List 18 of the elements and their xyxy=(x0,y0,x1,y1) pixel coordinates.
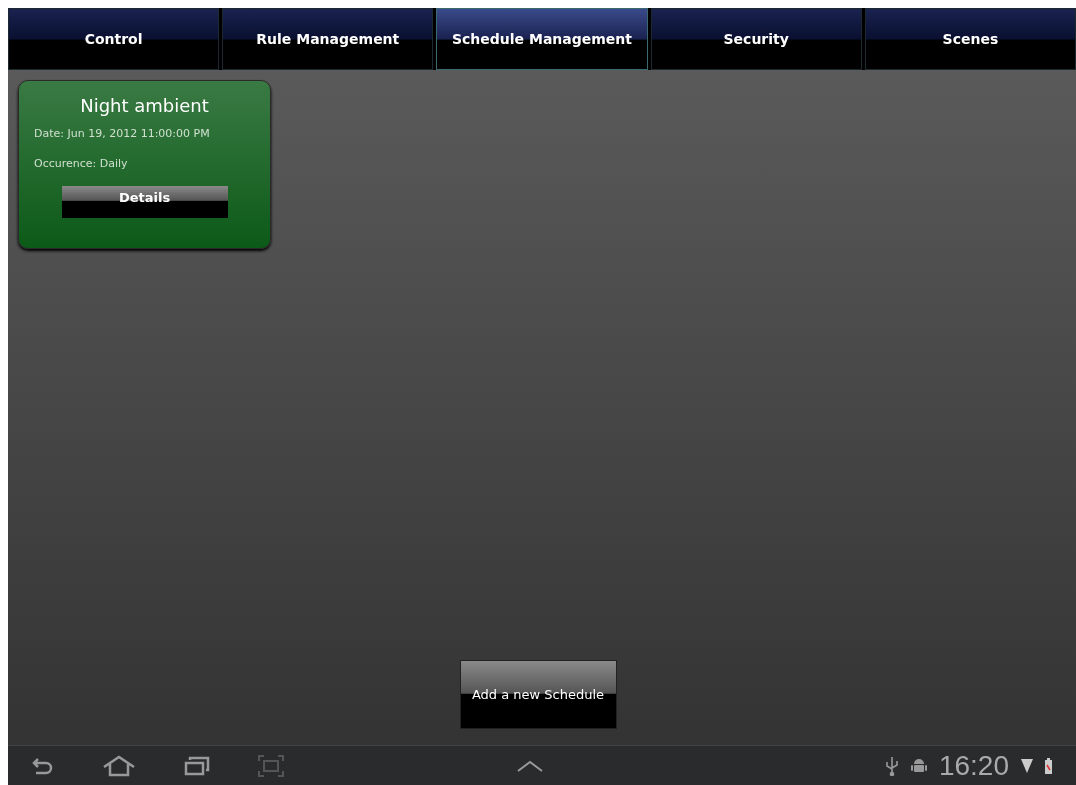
schedule-occurrence: Occurence: Daily xyxy=(34,155,129,172)
schedule-title: Night ambient xyxy=(79,95,210,117)
nav-tab[interactable]: Security xyxy=(650,8,862,70)
battery-icon xyxy=(1045,757,1052,774)
nav-tab[interactable]: Scenes xyxy=(864,8,1076,70)
home-icon[interactable] xyxy=(102,754,136,777)
nav-tab[interactable]: Control xyxy=(8,8,220,70)
usb-icon xyxy=(884,755,899,776)
clock-time: 16:20 xyxy=(938,751,1009,780)
back-icon[interactable] xyxy=(32,756,54,775)
nav-tab[interactable]: Rule Management xyxy=(222,8,434,70)
schedule-date: Date: Jun 19, 2012 11:00:00 PM xyxy=(34,126,211,142)
nav-tab[interactable]: Schedule Management xyxy=(436,8,648,70)
wifi-icon xyxy=(1021,757,1033,774)
chevron-up-icon[interactable] xyxy=(517,759,543,772)
android-icon xyxy=(910,756,927,775)
recent-apps-icon[interactable] xyxy=(184,755,210,776)
add-schedule-button[interactable]: Add a new Schedule xyxy=(459,660,617,729)
